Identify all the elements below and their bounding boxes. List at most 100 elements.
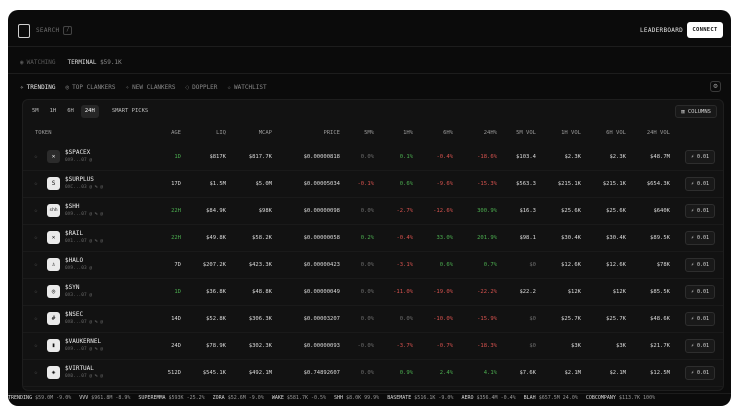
logo-icon[interactable] [18, 24, 30, 38]
cell-age: 24D [171, 343, 181, 349]
column-header-age[interactable]: AGE [171, 130, 181, 136]
ticker-item[interactable]: SUPEREMMA $593K -25.2% [138, 394, 204, 402]
token-name[interactable]: $RAIL [65, 230, 83, 237]
settings-icon[interactable]: ⚙ [710, 81, 721, 92]
cell-liq: $36.8K [206, 289, 226, 295]
quick-buy-button[interactable]: ⚡ 0.01 [685, 204, 715, 218]
quick-buy-button[interactable]: ⚡ 0.01 [685, 366, 715, 380]
table-row[interactable]: ☆ ◎ $SYN 0X3...07 @ 1D $36.8K $48.8K $0.0000004… [23, 279, 723, 306]
columns-button[interactable]: ▥ COLUMNS [675, 105, 717, 118]
table-row[interactable]: ☆ # $NSEC 0X8...07 @ % @ 14D $52.8K $306.3K $0.… [23, 306, 723, 333]
cell-c24h: -15.3% [477, 181, 497, 187]
cell-c6h: -19.0% [433, 289, 453, 295]
table-row[interactable]: ☆ ◈ $VIRTUAL 0X0...07 @ % @ 512D $545.1K $492.… [23, 360, 723, 387]
column-header-1h-vol[interactable]: 1H VOL [561, 130, 581, 136]
quick-buy-button[interactable]: ⚡ 0.01 [685, 231, 715, 245]
column-header-24h-vol[interactable]: 24H VOL [647, 130, 670, 136]
shortcut-key: / [63, 26, 73, 35]
cell-liq: $817K [209, 154, 226, 160]
quick-buy-button[interactable]: ⚡ 0.01 [685, 339, 715, 353]
column-header-24h-[interactable]: 24H% [484, 130, 497, 136]
ticker-item[interactable]: VVV $961.8M -8.9% [79, 394, 130, 402]
terminal-link[interactable]: TERMINAL $59.1K [68, 59, 122, 66]
connect-button[interactable]: CONNECT [687, 22, 723, 38]
table-row[interactable]: ☆ shh $SHH 0X9...07 @ % @ 22H $84.9K $98K $0.00… [23, 198, 723, 225]
column-header-1h-[interactable]: 1H% [403, 130, 413, 136]
quick-buy-button[interactable]: ⚡ 0.01 [685, 312, 715, 326]
star-icon[interactable]: ☆ [34, 288, 38, 295]
star-icon[interactable]: ☆ [34, 315, 38, 322]
smart-picks-button[interactable]: SMART PICKS [108, 105, 152, 118]
cell-v24h: $48.6K [650, 316, 670, 322]
ticker-value: $593K -25.2% [168, 395, 205, 401]
ticker-item[interactable]: ZORA $52.6M -9.0% [213, 394, 264, 402]
cell-v24h: $21.7K [650, 343, 670, 349]
tab-doppler[interactable]: ◌ DOPPLER [186, 84, 218, 91]
token-name[interactable]: $HALO [65, 257, 83, 264]
search-input[interactable]: SEARCH / [36, 26, 73, 35]
ticker-item[interactable]: BLAH $657.5M 24.0% [524, 394, 578, 402]
ticker-item[interactable]: BASEMATE $516.1K -9.0% [387, 394, 453, 402]
quick-buy-button[interactable]: ⚡ 0.01 [685, 258, 715, 272]
timeframe-6h[interactable]: 6H [63, 105, 78, 118]
column-header-liq[interactable]: LIQ [216, 130, 226, 136]
timeframe-24h[interactable]: 24H [80, 105, 99, 118]
tab-trending[interactable]: ✧ TRENDING [20, 84, 56, 91]
star-icon[interactable]: ☆ [34, 207, 38, 214]
ticker-item[interactable]: AERO $356.4M -0.4% [461, 394, 515, 402]
cell-v5m: $0 [529, 316, 536, 322]
cell-v6h: $2.3K [609, 154, 626, 160]
cell-v1h: $3K [571, 343, 581, 349]
column-header-6h-vol[interactable]: 6H VOL [606, 130, 626, 136]
tab-watchlist[interactable]: ☆ WATCHLIST [227, 84, 266, 91]
table-row[interactable]: ☆ S $SURPLUS 0XC...03 @ % @ 17D $1.5M $5.0M $0.… [23, 171, 723, 198]
table-row[interactable]: ☆ ▮ $VAUKERNEL 0X9...07 @ % @ 24D $78.9K $302.… [23, 333, 723, 360]
column-header-6h-[interactable]: 6H% [443, 130, 453, 136]
column-header-5m-vol[interactable]: 5M VOL [516, 130, 536, 136]
token-name[interactable]: $SPACEX [65, 149, 90, 156]
timeframe-5m[interactable]: 5M [28, 105, 43, 118]
cell-v1h: $215.1K [557, 181, 581, 187]
star-icon[interactable]: ☆ [34, 234, 38, 241]
ticker-item[interactable]: COBCOMPANY $113.7K 100% [586, 394, 655, 402]
token-address: 0X9...07 @ % @ [65, 347, 103, 352]
token-name[interactable]: $NSEC [65, 311, 83, 318]
table-row[interactable]: ☆ ✕ $RAIL 0X1...07 @ % @ 22H $49.8K $58.2K $0.0… [23, 225, 723, 252]
star-icon[interactable]: ☆ [34, 153, 38, 160]
cell-price: $0.00000818 [303, 154, 340, 160]
column-header-price[interactable]: PRICE [323, 130, 340, 136]
star-icon[interactable]: ☆ [34, 342, 38, 349]
table-row[interactable]: ☆ ♙ $HALO 0X9...03 @ 7D $207.2K $423.3K $0.0000… [23, 252, 723, 279]
ticker-item[interactable]: SHH $8.0K 99.9% [334, 394, 379, 402]
timeframe-1h[interactable]: 1H [46, 105, 61, 118]
leaderboard-link[interactable]: LEADERBOARD [640, 27, 683, 34]
token-name[interactable]: $VIRTUAL [65, 365, 94, 372]
tab-top-clankers[interactable]: ◎ TOP CLANKERS [66, 84, 116, 91]
cell-price: $0.00005034 [303, 181, 340, 187]
token-name[interactable]: $SURPLUS [65, 176, 94, 183]
cell-c1h: -3.1% [396, 262, 413, 268]
cell-price: $0.00000098 [303, 208, 340, 214]
watching-link[interactable]: ◉ WATCHING [20, 59, 56, 66]
table-row[interactable]: ☆ ✕ $SPACEX 0X9...07 @ 1D $817K $817.7K $0.0000… [23, 144, 723, 171]
column-header-mcap[interactable]: MCAP [259, 130, 272, 136]
quick-buy-button[interactable]: ⚡ 0.01 [685, 177, 715, 191]
column-header-token[interactable]: TOKEN [35, 130, 52, 136]
token-name[interactable]: $SYN [65, 284, 79, 291]
token-name[interactable]: $SHH [65, 203, 79, 210]
ticker-symbol: SUPEREMMA [138, 395, 169, 401]
ticker-value: $657.5M 24.0% [538, 395, 578, 401]
star-icon[interactable]: ☆ [34, 369, 38, 376]
ticker-item[interactable]: TRENDING $59.0M -9.0% [8, 394, 71, 402]
token-avatar: ✕ [47, 150, 60, 163]
star-icon[interactable]: ☆ [34, 261, 38, 268]
tab-new-clankers[interactable]: ✧ NEW CLANKERS [126, 84, 176, 91]
star-icon[interactable]: ☆ [34, 180, 38, 187]
ticker-item[interactable]: WAKE $581.7K -0.5% [272, 394, 326, 402]
quick-buy-button[interactable]: ⚡ 0.01 [685, 150, 715, 164]
quick-buy-button[interactable]: ⚡ 0.01 [685, 285, 715, 299]
column-header-5m-[interactable]: 5M% [364, 130, 374, 136]
token-name[interactable]: $VAUKERNEL [65, 338, 101, 345]
token-address: 0X0...07 @ % @ [65, 374, 103, 379]
cell-age: 512D [167, 370, 181, 376]
